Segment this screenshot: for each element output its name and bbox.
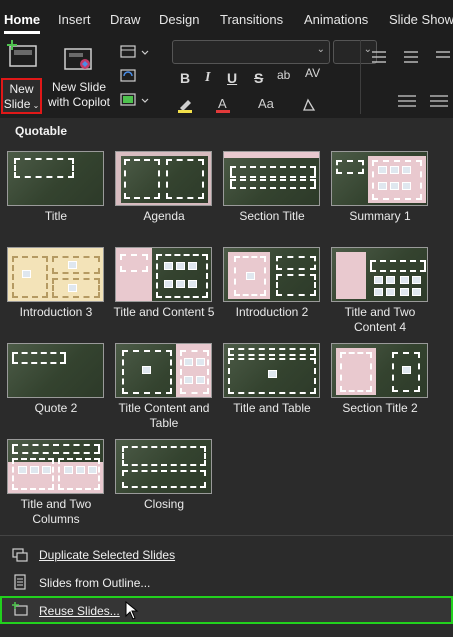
copilot-slide-icon — [64, 48, 92, 70]
menu-divider — [0, 535, 453, 536]
new-slide-button[interactable]: New Slide ⌄ — [1, 78, 42, 114]
tab-transitions[interactable]: Transitions — [220, 12, 283, 27]
italic-icon[interactable]: I — [205, 70, 210, 86]
reuse-slides-item[interactable]: Reuse Slides... — [0, 596, 453, 624]
layout-thumb-title-and-table[interactable] — [223, 343, 320, 398]
layout-label: Title and Content 5 — [113, 305, 215, 319]
layout-label: Introduction 3 — [19, 305, 93, 319]
layout-thumb-introduction-3[interactable] — [7, 247, 104, 302]
tab-insert[interactable]: Insert — [58, 12, 91, 27]
layout-thumb-summary-1[interactable] — [331, 151, 428, 206]
new-slide-icon — [7, 40, 37, 67]
layout-label: Quote 2 — [34, 401, 78, 415]
layout-thumb-quote-2[interactable] — [7, 343, 104, 398]
layout-thumb-title-and-content-5[interactable] — [115, 247, 212, 302]
bold-icon[interactable]: B — [180, 70, 190, 86]
outline-label: Slides from Outline... — [39, 576, 151, 590]
slide-layout-icons[interactable] — [118, 42, 152, 112]
layout-label: Section Title — [239, 209, 305, 223]
duplicate-selected-slides-item[interactable]: Duplicate Selected Slides — [0, 542, 453, 568]
layout-label: Closing — [143, 497, 185, 511]
layout-thumb-closing[interactable] — [115, 439, 212, 494]
chevron-down-icon: ⌄ — [30, 101, 40, 110]
font-name-dropdown[interactable]: ⌄ — [172, 40, 330, 64]
duplicate-slides-icon — [12, 548, 28, 562]
layout-label: Introduction 2 — [235, 305, 309, 319]
tab-slide-show[interactable]: Slide Show — [389, 12, 453, 27]
reuse-slides-icon — [12, 602, 28, 616]
tab-design[interactable]: Design — [159, 12, 199, 27]
ribbon-tab-bar: Home Insert Draw Design Transitions Anim… — [0, 0, 453, 34]
ribbon-group-divider — [360, 40, 361, 114]
chevron-down-icon: ⌄ — [316, 44, 325, 55]
layout-thumb-title-content-and-table[interactable] — [115, 343, 212, 398]
layout-label: Title and Two Columns — [20, 497, 92, 526]
underline-icon[interactable]: U — [227, 70, 237, 86]
layout-section-title: Quotable — [15, 124, 68, 138]
new-slide-label-line1: New — [9, 82, 34, 96]
layout-label: Section Title 2 — [342, 401, 418, 415]
svg-text:A: A — [218, 96, 227, 111]
duplicate-label: Duplicate Selected Slides — [39, 548, 176, 562]
new-slide-label-line2: Slide ⌄ — [3, 97, 40, 111]
copilot-label-line2: with Copilot — [47, 95, 111, 109]
tab-animations[interactable]: Animations — [304, 12, 368, 27]
strikethrough-icon[interactable]: S — [254, 70, 263, 86]
layout-label: Title and Table — [233, 401, 311, 415]
tab-home[interactable]: Home — [4, 12, 40, 27]
layout-thumb-title[interactable] — [7, 151, 104, 206]
reuse-label: Reuse Slides... — [39, 604, 120, 618]
layout-label: Title and Two Content 4 — [344, 305, 416, 334]
layout-thumb-section-title[interactable] — [223, 151, 320, 206]
layout-label: Summary 1 — [349, 209, 411, 223]
layout-thumb-title-and-two-columns[interactable] — [7, 439, 104, 494]
new-slide-with-copilot-button[interactable]: New Slide with Copilot — [46, 80, 112, 110]
copilot-label-line1: New Slide — [51, 80, 107, 94]
layout-thumb-introduction-2[interactable] — [223, 247, 320, 302]
layout-label: Title — [44, 209, 68, 223]
layout-thumb-agenda[interactable] — [115, 151, 212, 206]
layout-label: Agenda — [143, 209, 185, 223]
shadow-icon[interactable]: ab — [277, 68, 290, 82]
layout-thumb-title-and-two-content-4[interactable] — [331, 247, 428, 302]
layout-label: Title Content and Table — [118, 401, 210, 430]
paragraph-icons[interactable] — [366, 44, 453, 114]
tab-draw[interactable]: Draw — [110, 12, 140, 27]
svg-text:Aa: Aa — [258, 96, 275, 111]
outline-document-icon — [14, 574, 26, 590]
layout-thumb-section-title-2[interactable] — [331, 343, 428, 398]
font-color-row: A Aa — [178, 96, 316, 113]
mouse-cursor-icon — [125, 601, 139, 620]
slides-from-outline-item[interactable]: Slides from Outline... — [0, 570, 453, 596]
character-spacing-icon[interactable]: AV — [305, 66, 320, 80]
